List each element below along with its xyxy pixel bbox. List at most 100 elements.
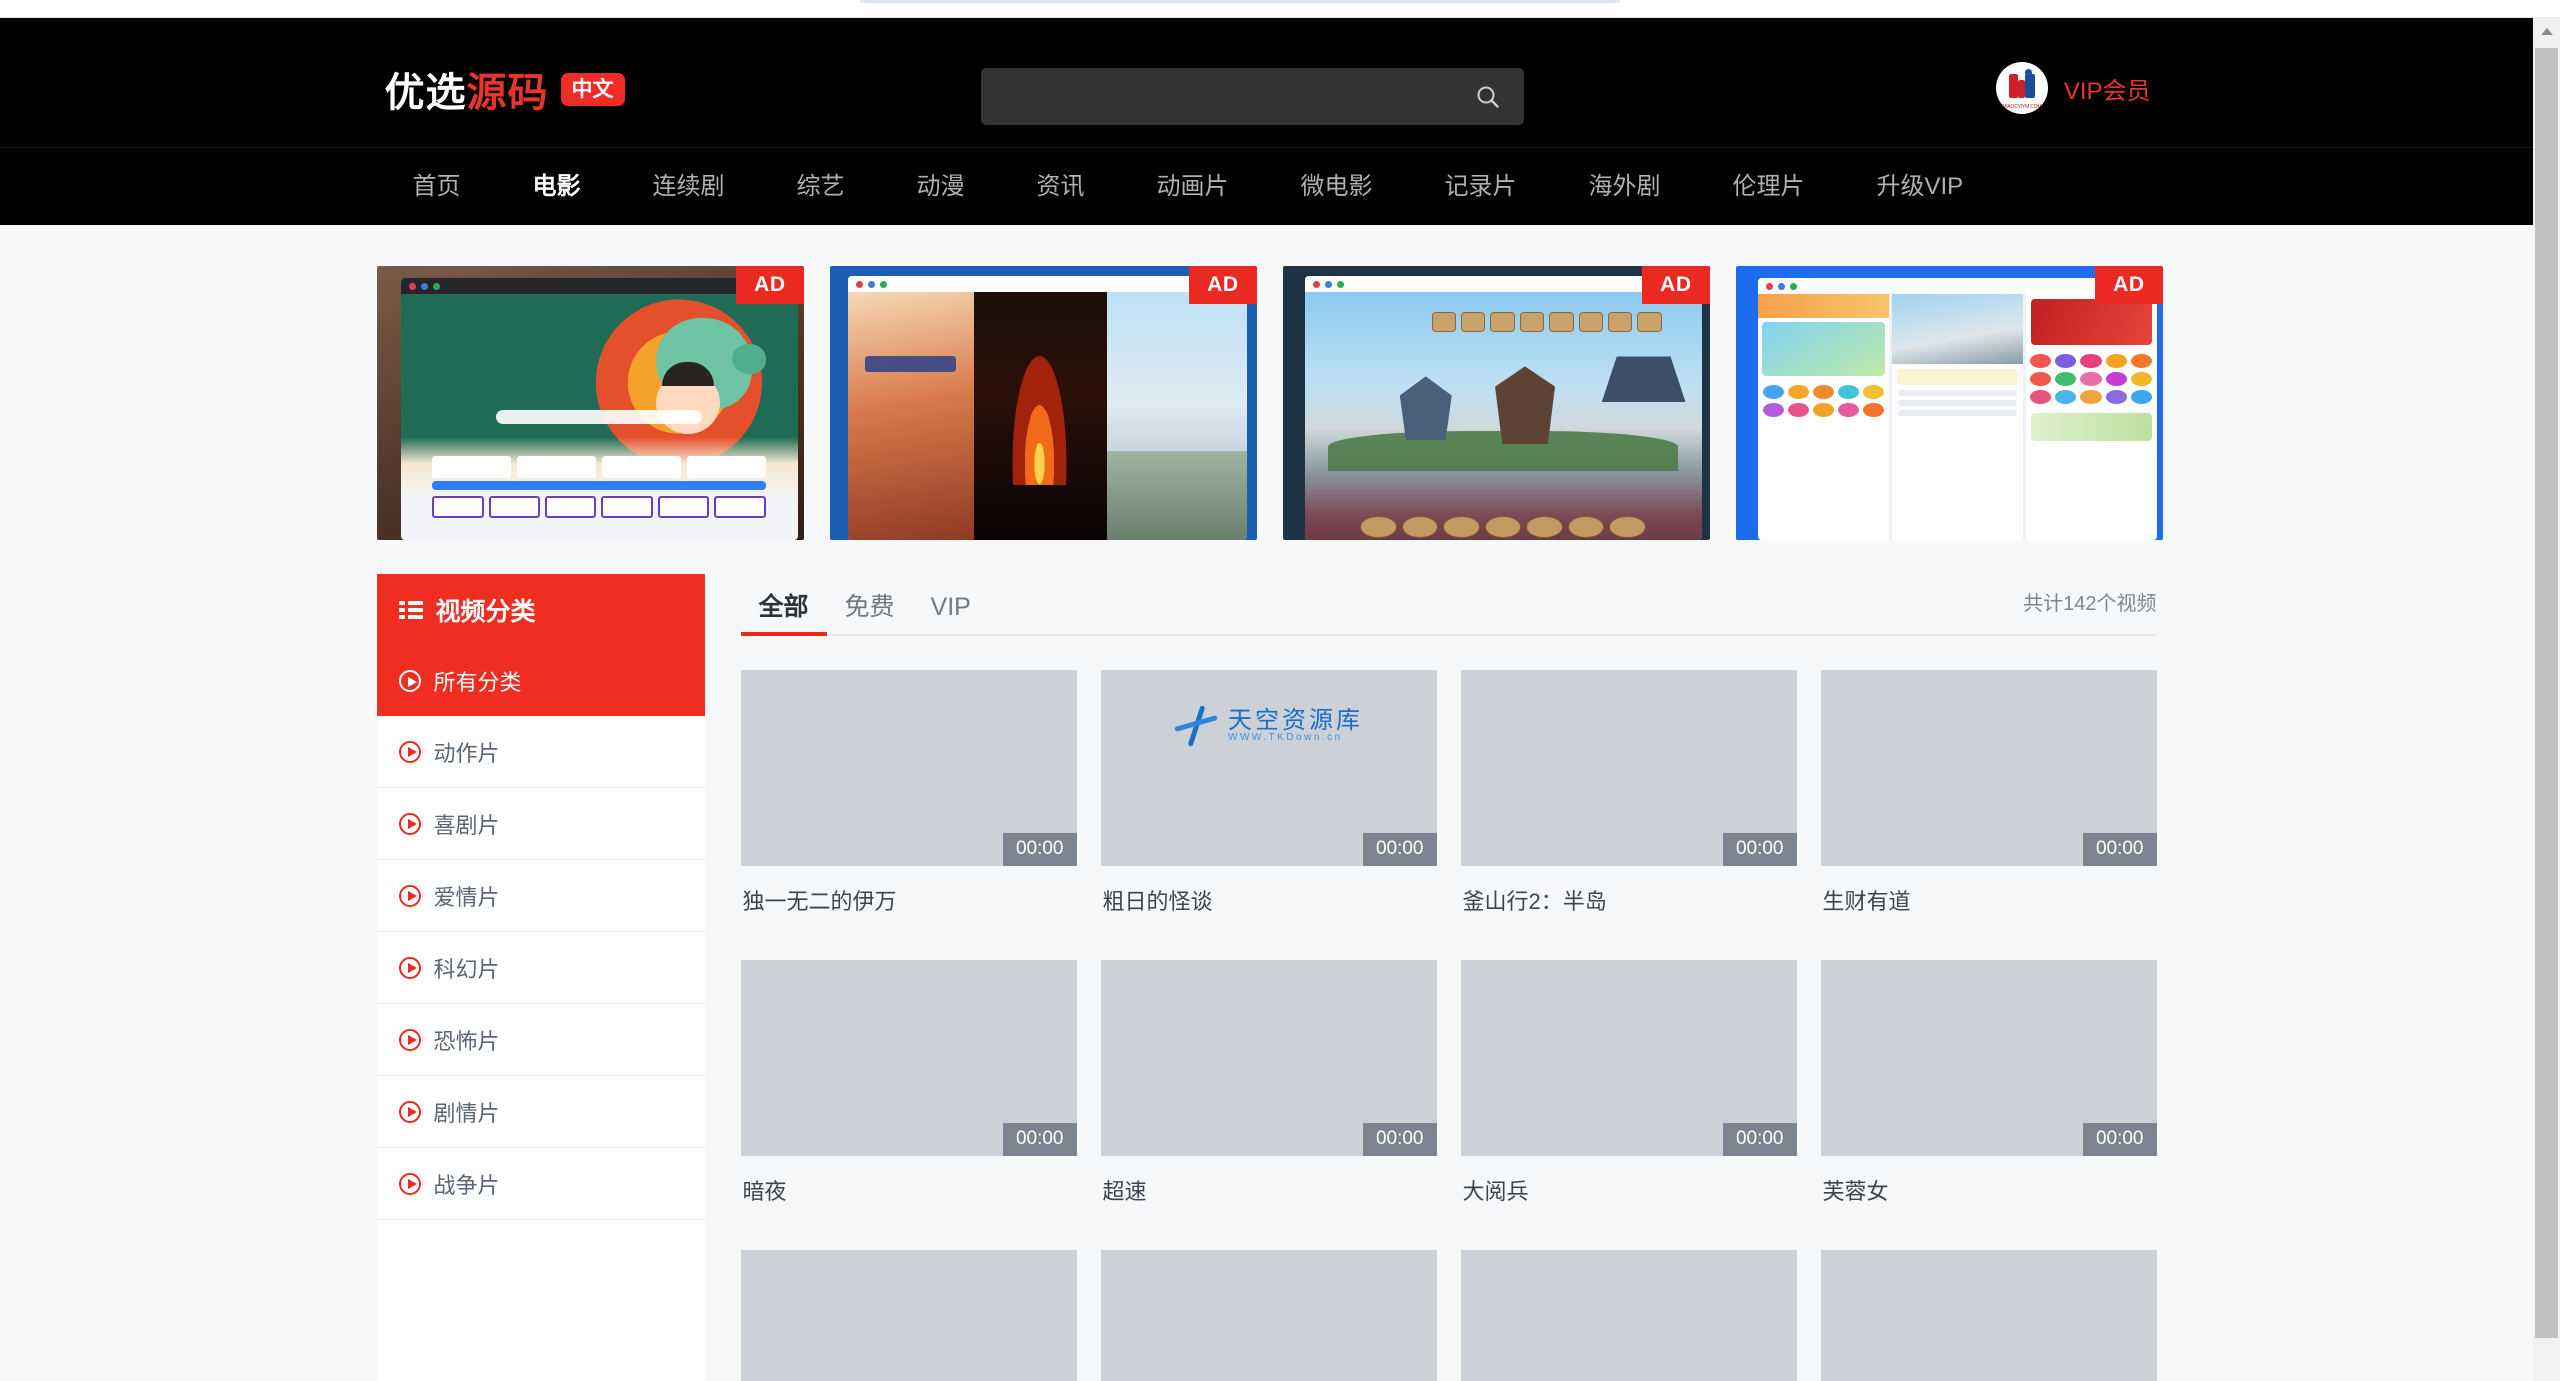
video-duration-badge: 00:00 <box>2082 833 2157 866</box>
video-thumbnail[interactable]: 00:00 <box>1460 960 1797 1156</box>
sidebar-item-4[interactable]: 科幻片 <box>376 932 705 1004</box>
ad-badge: AD <box>1189 266 1257 304</box>
video-card[interactable] <box>1100 1250 1437 1381</box>
video-thumbnail[interactable]: 00:00 <box>740 960 1077 1156</box>
logo-language-badge[interactable]: 中文 <box>560 72 625 106</box>
video-duration-badge: 00:00 <box>2082 1123 2157 1156</box>
play-circle-icon <box>398 740 421 763</box>
sidebar-item-6[interactable]: 剧情片 <box>376 1076 705 1148</box>
play-circle-icon <box>398 1028 421 1051</box>
page-scrollbar[interactable] <box>2533 18 2560 1381</box>
browser-window: 优选 源码 中文 MIAOCYIYM.COM VIP会员 首页 电影 连续剧 综… <box>0 0 2560 1381</box>
list-icon <box>398 601 423 619</box>
video-thumbnail[interactable]: 00:00 <box>1820 960 2157 1156</box>
nav-item-3[interactable]: 综艺 <box>761 148 881 226</box>
video-title[interactable]: 超速 <box>1101 1156 1437 1250</box>
watermark-main-text: 天空资源库 <box>1228 707 1363 735</box>
main-navigation: 首页 电影 连续剧 综艺 动漫 资讯 动画片 微电影 记录片 海外剧 伦理片 升级VIP <box>0 147 2533 225</box>
vip-member-area[interactable]: MIAOCYIYM.COM VIP会员 <box>1995 62 2151 114</box>
play-circle-icon <box>398 1172 421 1195</box>
sidebar-item-7[interactable]: 战争片 <box>376 1148 705 1220</box>
video-thumbnail[interactable] <box>740 1250 1077 1381</box>
video-card[interactable] <box>1820 1250 2157 1381</box>
nav-item-4[interactable]: 动漫 <box>881 148 1001 226</box>
nav-item-8[interactable]: 记录片 <box>1409 148 1553 226</box>
video-duration-badge: 00:00 <box>1722 1123 1797 1156</box>
video-duration-badge: 00:00 <box>1722 833 1797 866</box>
sidebar-item-0[interactable]: 所有分类 <box>376 646 705 716</box>
ad-badge: AD <box>1642 266 1710 304</box>
video-title[interactable]: 粗日的怪谈 <box>1101 866 1437 960</box>
scroll-up-arrow-icon[interactable] <box>2533 18 2560 45</box>
video-card[interactable]: 天空资源库 WWW.TKDown.cn 00:00 粗日的怪谈 <box>1100 670 1437 960</box>
video-thumbnail[interactable]: 00:00 <box>1820 670 2157 866</box>
sidebar-item-label: 科幻片 <box>433 956 500 982</box>
scrollbar-thumb[interactable] <box>2535 48 2558 1338</box>
video-title[interactable]: 芙蓉女 <box>1821 1156 2157 1250</box>
play-circle-icon <box>398 670 421 692</box>
video-duration-badge: 00:00 <box>1362 833 1437 866</box>
logo-accent-text: 源码 <box>466 71 549 115</box>
video-title[interactable]: 暗夜 <box>741 1156 1077 1250</box>
avatar[interactable]: MIAOCYIYM.COM <box>1995 62 2048 114</box>
video-thumbnail[interactable]: 00:00 <box>1460 670 1797 866</box>
site-logo[interactable]: 优选 源码 中文 <box>385 60 625 118</box>
video-title[interactable]: 生财有道 <box>1821 866 2157 960</box>
sidebar-item-1[interactable]: 动作片 <box>376 716 705 788</box>
video-title[interactable]: 独一无二的伊万 <box>741 866 1077 960</box>
nav-item-6[interactable]: 动画片 <box>1121 148 1265 226</box>
star-icon <box>1174 705 1218 747</box>
nav-item-0[interactable]: 首页 <box>377 148 497 226</box>
video-count-label: 共计142个视频 <box>2023 593 2157 615</box>
video-thumbnail[interactable]: 天空资源库 WWW.TKDown.cn 00:00 <box>1100 670 1437 866</box>
play-circle-icon <box>398 956 421 979</box>
nav-item-9[interactable]: 海外剧 <box>1553 148 1697 226</box>
watermark-sub-text: WWW.TKDown.cn <box>1228 732 1343 744</box>
ad-banner-1[interactable]: AD <box>376 266 804 540</box>
ad-banner-2[interactable]: AD <box>829 266 1257 540</box>
video-card[interactable]: 00:00 大阅兵 <box>1460 960 1797 1250</box>
sidebar-item-3[interactable]: 爱情片 <box>376 860 705 932</box>
play-circle-icon <box>398 812 421 835</box>
video-thumbnail[interactable] <box>1460 1250 1797 1381</box>
nav-item-11[interactable]: 升级VIP <box>1841 148 2000 226</box>
ad-banner-3[interactable]: AD <box>1282 266 1710 540</box>
logo-primary-text: 优选 <box>384 71 467 115</box>
filter-tabs: 全部 免费 VIP 共计142个视频 <box>740 574 2157 636</box>
sidebar-item-label: 剧情片 <box>433 1100 500 1126</box>
sidebar-item-5[interactable]: 恐怖片 <box>376 1004 705 1076</box>
sidebar-item-2[interactable]: 喜剧片 <box>376 788 705 860</box>
video-thumbnail[interactable]: 00:00 <box>740 670 1077 866</box>
video-card[interactable]: 00:00 暗夜 <box>740 960 1077 1250</box>
video-title[interactable]: 釜山行2：半岛 <box>1461 866 1797 960</box>
video-thumbnail[interactable] <box>1100 1250 1437 1381</box>
category-sidebar: 视频分类 所有分类 动作片 喜剧片 爱情片 科幻片 恐怖片 剧情片 战争片 <box>376 574 705 1381</box>
search-input[interactable] <box>980 68 1451 125</box>
video-title[interactable]: 大阅兵 <box>1461 1156 1797 1250</box>
ad-banner-4[interactable]: AD <box>1735 266 2163 540</box>
browser-chrome-strip <box>0 0 2560 18</box>
tab-1[interactable]: 免费 <box>827 595 913 634</box>
video-card[interactable]: 00:00 生财有道 <box>1820 670 2157 960</box>
video-card[interactable]: 00:00 芙蓉女 <box>1820 960 2157 1250</box>
tab-0[interactable]: 全部 <box>740 595 827 636</box>
video-card[interactable] <box>740 1250 1077 1381</box>
video-thumbnail[interactable]: 00:00 <box>1100 960 1437 1156</box>
search-box[interactable] <box>980 68 1524 125</box>
video-thumbnail[interactable] <box>1820 1250 2157 1381</box>
nav-item-7[interactable]: 微电影 <box>1265 148 1409 226</box>
nav-item-5[interactable]: 资讯 <box>1001 148 1121 226</box>
source-watermark: 天空资源库 WWW.TKDown.cn <box>1174 705 1363 747</box>
nav-item-1[interactable]: 电影 <box>497 148 617 226</box>
ad-banner-row: AD AD AD AD <box>376 225 2163 540</box>
video-card[interactable]: 00:00 釜山行2：半岛 <box>1460 670 1797 960</box>
nav-item-10[interactable]: 伦理片 <box>1697 148 1841 226</box>
nav-item-2[interactable]: 连续剧 <box>617 148 761 226</box>
vip-member-label[interactable]: VIP会员 <box>2064 71 2151 106</box>
video-card[interactable] <box>1460 1250 1797 1381</box>
ad-badge: AD <box>736 266 804 304</box>
video-card[interactable]: 00:00 独一无二的伊万 <box>740 670 1077 960</box>
search-button[interactable] <box>1452 68 1524 125</box>
tab-2[interactable]: VIP <box>913 595 989 634</box>
video-card[interactable]: 00:00 超速 <box>1100 960 1437 1250</box>
